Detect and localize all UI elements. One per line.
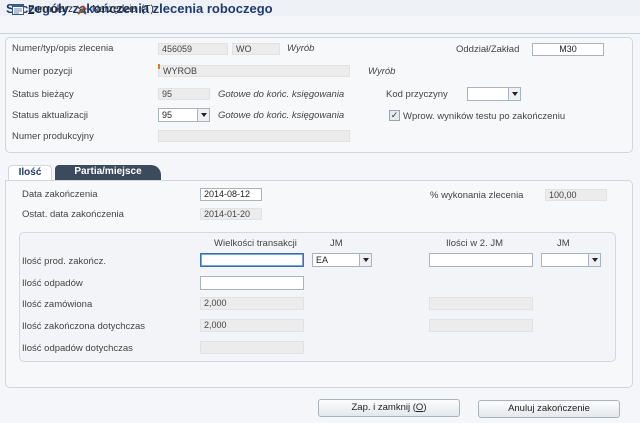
chevron-down-icon[interactable]: [588, 254, 600, 266]
item-desc: Wyrób: [368, 66, 396, 77]
toolbar: [0, 16, 640, 34]
order-label: Numer/typ/opis zlecenia: [12, 43, 114, 54]
completed-todate-field: 2,000: [200, 319, 304, 332]
branch-input[interactable]: M30: [532, 43, 604, 56]
cancel-completion-button[interactable]: Anuluj zakończenie: [478, 400, 620, 418]
completed-qty-label: Ilość prod. zakończ.: [22, 256, 106, 267]
status-current-desc: Gotowe do końc. księgowania: [218, 89, 345, 100]
status-current-label: Status bieżący: [12, 89, 74, 100]
test-results-label: Wprow. wyników testu po zakończeniu: [403, 111, 566, 122]
form-icon: [12, 4, 24, 15]
required-marker: [158, 64, 160, 69]
tools-menu[interactable]: Narzędzia (T): [76, 3, 154, 16]
col-secondary-header: Ilości w 2. JM: [446, 238, 504, 249]
ordered-qty-field: 2,000: [200, 297, 304, 310]
col-uom2-header: JM: [557, 238, 570, 249]
status-update-value: 95: [162, 110, 173, 120]
tab-lot-location[interactable]: Partia/miejsce: [55, 165, 161, 180]
form-menu[interactable]: Formularz: [12, 3, 73, 16]
col-transaction-header: Wielkości transakcji: [214, 238, 297, 249]
completion-date-input[interactable]: 2014-08-12: [200, 188, 262, 201]
order-type-field: WO: [232, 43, 280, 55]
last-completion-field: 2014-01-20: [200, 208, 262, 220]
scrap-todate-label: Ilość odpadów dotychczas: [22, 343, 133, 354]
chevron-down-icon[interactable]: [359, 254, 371, 266]
status-update-select[interactable]: 95: [158, 108, 210, 122]
status-current-field: 95: [158, 88, 210, 100]
check-icon: ✓: [390, 110, 399, 120]
status-update-desc: Gotowe do końc. księgowania: [218, 110, 345, 121]
uom-value: EA: [316, 255, 329, 265]
completion-date-label: Data zakończenia: [22, 189, 98, 200]
test-results-checkbox[interactable]: ✓: [389, 110, 400, 121]
secondary-qty-input[interactable]: [429, 253, 533, 267]
tools-menu-key: (T): [141, 4, 154, 15]
completed-todate-secondary-field: [429, 319, 533, 332]
uom2-select[interactable]: [541, 253, 601, 267]
branch-label: Oddział/Zakład: [456, 44, 520, 55]
item-field: WYROB: [158, 65, 350, 77]
completed-todate-label: Ilość zakończona dotychczas: [22, 321, 146, 332]
scrap-qty-label: Ilość odpadów: [22, 278, 83, 289]
production-number-label: Numer produkcyjny: [12, 131, 94, 142]
save-close-button[interactable]: Zap. i zamknij (O): [318, 399, 460, 417]
scrap-qty-input[interactable]: [200, 276, 304, 290]
ordered-qty-label: Ilość zamówiona: [22, 299, 93, 310]
tools-icon: [76, 4, 87, 15]
uom-select[interactable]: EA: [312, 253, 372, 267]
chevron-down-icon[interactable]: [197, 109, 209, 121]
tools-menu-label: Narzędzia: [92, 4, 138, 15]
item-label: Numer pozycji: [12, 66, 73, 77]
scrap-todate-field: [200, 341, 304, 354]
last-completion-label: Ostat. data zakończenia: [22, 209, 124, 220]
item-value: WYROB: [163, 66, 198, 76]
reason-code-label: Kod przyczyny: [386, 89, 448, 100]
tab-quantity[interactable]: Ilość: [8, 165, 52, 180]
percent-label: % wykonania zlecenia: [430, 190, 524, 201]
order-desc: Wyrób: [287, 43, 315, 54]
chevron-down-icon[interactable]: [508, 88, 520, 100]
ordered-qty-secondary-field: [429, 297, 533, 310]
order-number-field: 456059: [158, 43, 228, 55]
percent-field: 100,00: [545, 189, 607, 201]
status-update-label: Status aktualizacji: [12, 110, 89, 121]
form-menu-label: Formularz: [28, 4, 74, 15]
production-number-field: [158, 130, 350, 142]
reason-code-select[interactable]: [467, 87, 521, 101]
col-uom-header: JM: [330, 238, 343, 249]
completed-qty-input[interactable]: [200, 253, 304, 267]
